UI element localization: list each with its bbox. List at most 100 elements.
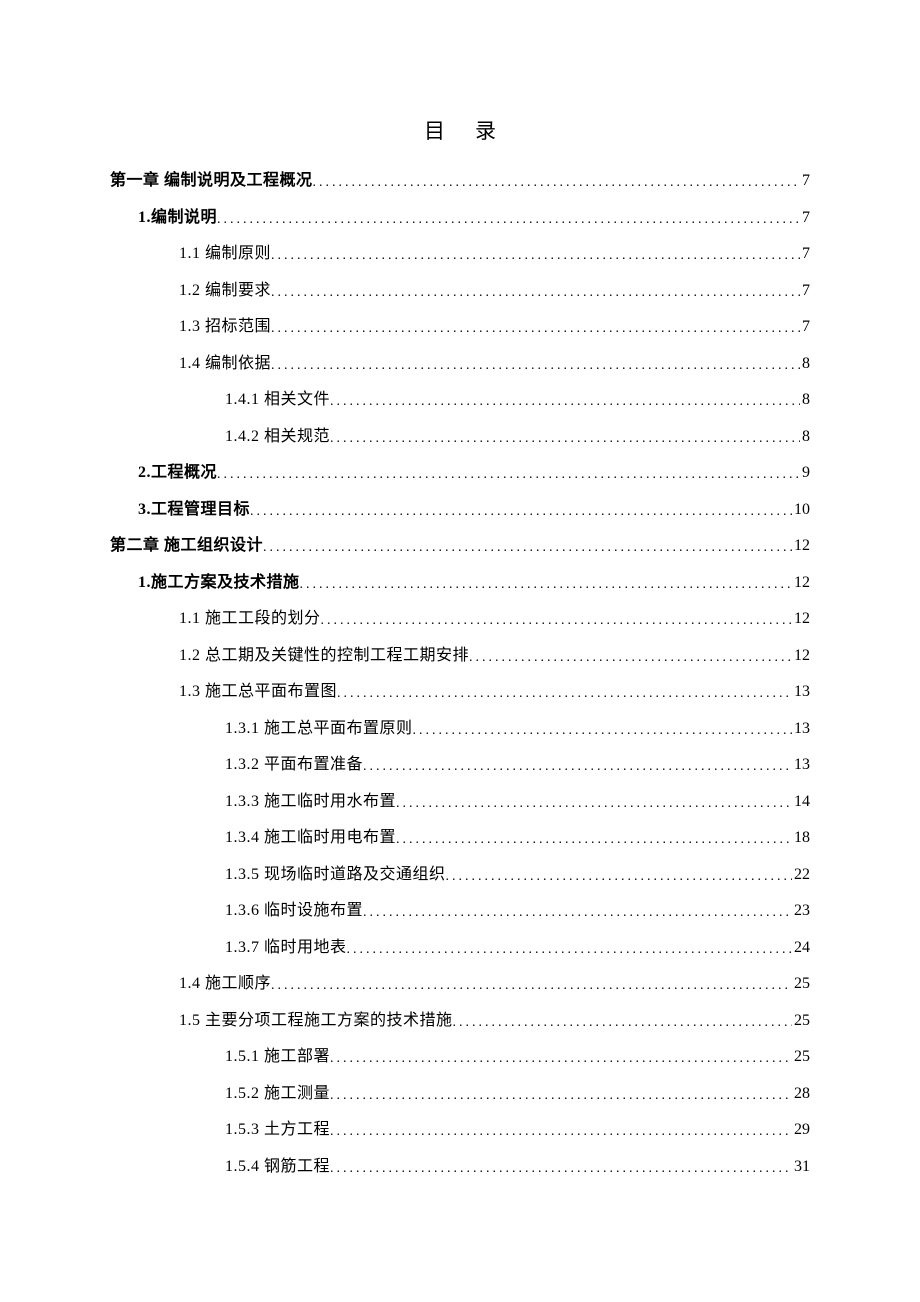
toc-entry-label: 1.5.1 施工部署 [225, 1049, 330, 1065]
toc-entry-leader [330, 1052, 792, 1066]
toc-entry-page: 13 [792, 721, 810, 737]
toc-entry-leader [300, 578, 792, 592]
toc-entry: 1.编制说明7 [110, 210, 810, 226]
toc-title: 目录 [110, 115, 810, 145]
toc-entry-label: 1.1 施工工段的划分 [179, 611, 321, 627]
toc-entry-leader [321, 614, 792, 628]
toc-entry: 1.4.2 相关规范 8 [110, 429, 810, 445]
toc-entry-label: 2.工程概况 [138, 465, 217, 481]
toc-entry-leader [217, 468, 800, 482]
toc-entry-leader [469, 651, 792, 665]
toc-entry-label: 1.5.3 土方工程 [225, 1122, 330, 1138]
toc-entry-label: 1.4.1 相关文件 [225, 392, 330, 408]
toc-entry-leader [330, 1162, 792, 1176]
toc-entry-label: 1.施工方案及技术措施 [138, 575, 300, 591]
toc-entry: 1.4.1 相关文件 8 [110, 392, 810, 408]
toc-entry-page: 25 [792, 976, 810, 992]
toc-entry-page: 12 [792, 648, 810, 664]
toc-entry-page: 29 [792, 1122, 810, 1138]
toc-entry-label: 第一章 编制说明及工程概况 [110, 173, 313, 189]
toc-entry-label: 1.3.2 平面布置准备 [225, 757, 363, 773]
toc-entry-label: 1.5 主要分项工程施工方案的技术措施 [179, 1013, 453, 1029]
toc-entry-page: 8 [800, 429, 810, 445]
toc-entry: 1.3.4 施工临时用电布置 18 [110, 830, 810, 846]
toc-entry-leader [363, 906, 792, 920]
toc-entry-leader [453, 1016, 792, 1030]
toc-entry-leader [347, 943, 792, 957]
toc-entry-label: 1.1 编制原则 [179, 246, 271, 262]
toc-entry-label: 1.4 施工顺序 [179, 976, 271, 992]
toc-entry-label: 1.3.4 施工临时用电布置 [225, 830, 396, 846]
toc-entry: 1.5 主要分项工程施工方案的技术措施 25 [110, 1013, 810, 1029]
toc-entry-leader [217, 213, 800, 227]
toc-entry-leader [413, 724, 792, 738]
toc-entry-page: 12 [792, 538, 810, 554]
toc-entry: 1.1 编制原则 7 [110, 246, 810, 262]
toc-list: 第一章 编制说明及工程概况71.编制说明71.1 编制原则71.2 编制要求71… [110, 173, 810, 1175]
toc-entry-leader [271, 249, 800, 263]
toc-entry-leader [446, 870, 792, 884]
toc-entry-label: 1.3 施工总平面布置图 [179, 684, 337, 700]
toc-entry-label: 1.3.7 临时用地表 [225, 940, 347, 956]
toc-entry: 1.施工方案及技术措施 12 [110, 575, 810, 591]
toc-entry-page: 12 [792, 611, 810, 627]
toc-entry-leader [271, 979, 792, 993]
toc-entry-leader [263, 541, 792, 555]
toc-entry-page: 8 [800, 392, 810, 408]
toc-entry-page: 7 [800, 173, 810, 189]
toc-entry: 第一章 编制说明及工程概况 7 [110, 173, 810, 189]
toc-entry-label: 1.4.2 相关规范 [225, 429, 330, 445]
toc-entry-leader [250, 505, 792, 519]
toc-entry-leader [271, 322, 800, 336]
toc-entry-page: 28 [792, 1086, 810, 1102]
toc-entry-label: 1.2 总工期及关键性的控制工程工期安排 [179, 648, 469, 664]
toc-entry-label: 1.3.6 临时设施布置 [225, 903, 363, 919]
toc-entry: 1.5.2 施工测量 28 [110, 1086, 810, 1102]
toc-entry-leader [363, 760, 792, 774]
toc-entry-leader [330, 395, 800, 409]
document-page: 目录 第一章 编制说明及工程概况71.编制说明71.1 编制原则71.2 编制要… [0, 0, 920, 1302]
toc-entry: 1.3.6 临时设施布置 23 [110, 903, 810, 919]
toc-entry: 1.1 施工工段的划分 12 [110, 611, 810, 627]
toc-entry: 1.2 总工期及关键性的控制工程工期安排 12 [110, 648, 810, 664]
toc-entry-page: 7 [800, 246, 810, 262]
toc-entry: 1.5.1 施工部署25 [110, 1049, 810, 1065]
toc-entry-label: 第二章 施工组织设计 [110, 538, 263, 554]
toc-entry: 2.工程概况 9 [110, 465, 810, 481]
toc-entry-label: 1.3.1 施工总平面布置原则 [225, 721, 413, 737]
toc-entry-label: 1.5.4 钢筋工程 [225, 1159, 330, 1175]
toc-entry-page: 12 [792, 575, 810, 591]
toc-entry-leader [396, 797, 792, 811]
toc-entry-page: 7 [800, 319, 810, 335]
toc-entry-page: 7 [800, 283, 810, 299]
toc-entry-label: 1.4 编制依据 [179, 356, 271, 372]
toc-entry-leader [330, 1125, 792, 1139]
toc-entry: 1.3.7 临时用地表 24 [110, 940, 810, 956]
toc-entry: 1.3.1 施工总平面布置原则 13 [110, 721, 810, 737]
toc-entry-page: 23 [792, 903, 810, 919]
toc-entry-label: 1.编制说明 [138, 210, 217, 226]
toc-entry-label: 1.3.3 施工临时用水布置 [225, 794, 396, 810]
toc-entry: 1.4 施工顺序 25 [110, 976, 810, 992]
toc-entry-page: 24 [792, 940, 810, 956]
toc-entry-page: 10 [792, 502, 810, 518]
toc-entry-page: 22 [792, 867, 810, 883]
toc-entry-label: 1.5.2 施工测量 [225, 1086, 330, 1102]
toc-entry-leader [271, 286, 800, 300]
toc-entry-leader [330, 1089, 792, 1103]
toc-entry-label: 1.3.5 现场临时道路及交通组织 [225, 867, 446, 883]
toc-entry-page: 13 [792, 684, 810, 700]
toc-entry: 1.5.3 土方工程 29 [110, 1122, 810, 1138]
toc-entry: 1.3.3 施工临时用水布置14 [110, 794, 810, 810]
toc-entry: 1.2 编制要求7 [110, 283, 810, 299]
toc-entry-label: 1.3 招标范围 [179, 319, 271, 335]
toc-entry: 1.3.5 现场临时道路及交通组织 22 [110, 867, 810, 883]
toc-entry-leader [271, 359, 800, 373]
toc-entry-page: 9 [800, 465, 810, 481]
toc-entry: 第二章 施工组织设计 12 [110, 538, 810, 554]
toc-entry-page: 18 [792, 830, 810, 846]
toc-entry: 1.3 招标范围 7 [110, 319, 810, 335]
toc-entry: 1.3 施工总平面布置图 13 [110, 684, 810, 700]
toc-entry-leader [337, 687, 792, 701]
toc-entry-page: 25 [792, 1013, 810, 1029]
